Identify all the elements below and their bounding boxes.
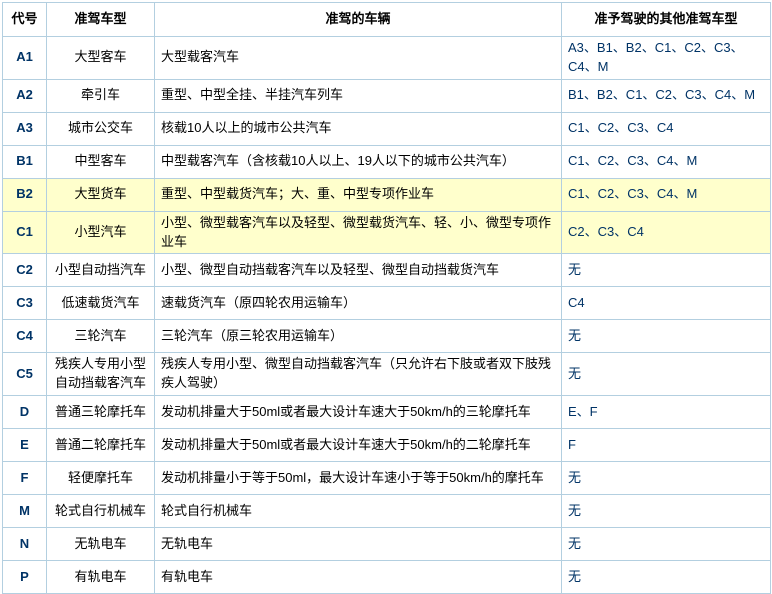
cell-others: 无: [562, 561, 771, 594]
table-row: C3 低速载货汽车 速载货汽车（原四轮农用运输车） C4: [3, 287, 771, 320]
cell-code: F: [3, 462, 47, 495]
cell-code: C2: [3, 254, 47, 287]
table-row: N 无轨电车 无轨电车 无: [3, 528, 771, 561]
cell-others: C1、C2、C3、C4: [562, 112, 771, 145]
cell-vehicles: 重型、中型全挂、半挂汽车列车: [155, 79, 562, 112]
cell-vehicles: 轮式自行机械车: [155, 495, 562, 528]
column-header-type: 准驾车型: [47, 3, 155, 37]
table-row: C1 小型汽车 小型、微型载客汽车以及轻型、微型载货汽车、轻、小、微型专项作业车…: [3, 211, 771, 254]
cell-type: 普通三轮摩托车: [47, 396, 155, 429]
cell-type: 中型客车: [47, 145, 155, 178]
cell-vehicles: 发动机排量大于50ml或者最大设计车速大于50km/h的二轮摩托车: [155, 429, 562, 462]
cell-code: E: [3, 429, 47, 462]
cell-code: B1: [3, 145, 47, 178]
cell-code: A2: [3, 79, 47, 112]
cell-type: 牵引车: [47, 79, 155, 112]
header-row: 代号 准驾车型 准驾的车辆 准予驾驶的其他准驾车型: [3, 3, 771, 37]
cell-type: 低速载货汽车: [47, 287, 155, 320]
column-header-others: 准予驾驶的其他准驾车型: [562, 3, 771, 37]
cell-code: C1: [3, 211, 47, 254]
cell-vehicles: 核载10人以上的城市公共汽车: [155, 112, 562, 145]
cell-vehicles: 小型、微型自动挡载客汽车以及轻型、微型自动挡载货汽车: [155, 254, 562, 287]
table-row: B1 中型客车 中型载客汽车（含核载10人以上、19人以下的城市公共汽车） C1…: [3, 145, 771, 178]
cell-code: A1: [3, 37, 47, 80]
cell-type: 城市公交车: [47, 112, 155, 145]
cell-code: P: [3, 561, 47, 594]
table-row: M 轮式自行机械车 轮式自行机械车 无: [3, 495, 771, 528]
cell-others: 无: [562, 353, 771, 396]
cell-others: C4: [562, 287, 771, 320]
cell-type: 三轮汽车: [47, 320, 155, 353]
cell-code: D: [3, 396, 47, 429]
column-header-code: 代号: [3, 3, 47, 37]
cell-vehicles: 发动机排量小于等于50ml，最大设计车速小于等于50km/h的摩托车: [155, 462, 562, 495]
cell-others: 无: [562, 320, 771, 353]
cell-code: B2: [3, 178, 47, 211]
cell-vehicles: 残疾人专用小型、微型自动挡载客汽车（只允许右下肢或者双下肢残疾人驾驶）: [155, 353, 562, 396]
cell-type: 大型货车: [47, 178, 155, 211]
cell-vehicles: 重型、中型载货汽车；大、重、中型专项作业车: [155, 178, 562, 211]
cell-type: 大型客车: [47, 37, 155, 80]
cell-others: B1、B2、C1、C2、C3、C4、M: [562, 79, 771, 112]
cell-others: 无: [562, 462, 771, 495]
cell-others: 无: [562, 495, 771, 528]
table-row: C4 三轮汽车 三轮汽车（原三轮农用运输车） 无: [3, 320, 771, 353]
cell-vehicles: 速载货汽车（原四轮农用运输车）: [155, 287, 562, 320]
table-row: A1 大型客车 大型载客汽车 A3、B1、B2、C1、C2、C3、C4、M: [3, 37, 771, 80]
cell-code: M: [3, 495, 47, 528]
cell-code: C5: [3, 353, 47, 396]
cell-others: C1、C2、C3、C4、M: [562, 178, 771, 211]
cell-code: C3: [3, 287, 47, 320]
table-header: 代号 准驾车型 准驾的车辆 准予驾驶的其他准驾车型: [3, 3, 771, 37]
column-header-vehicles: 准驾的车辆: [155, 3, 562, 37]
cell-code: A3: [3, 112, 47, 145]
cell-code: N: [3, 528, 47, 561]
cell-others: E、F: [562, 396, 771, 429]
cell-others: 无: [562, 254, 771, 287]
table-row: C2 小型自动挡汽车 小型、微型自动挡载客汽车以及轻型、微型自动挡载货汽车 无: [3, 254, 771, 287]
table-row: E 普通二轮摩托车 发动机排量大于50ml或者最大设计车速大于50km/h的二轮…: [3, 429, 771, 462]
cell-vehicles: 大型载客汽车: [155, 37, 562, 80]
cell-type: 有轨电车: [47, 561, 155, 594]
cell-vehicles: 无轨电车: [155, 528, 562, 561]
cell-others: A3、B1、B2、C1、C2、C3、C4、M: [562, 37, 771, 80]
cell-vehicles: 中型载客汽车（含核载10人以上、19人以下的城市公共汽车）: [155, 145, 562, 178]
cell-vehicles: 有轨电车: [155, 561, 562, 594]
license-class-table: 代号 准驾车型 准驾的车辆 准予驾驶的其他准驾车型 A1 大型客车 大型载客汽车…: [2, 2, 771, 594]
cell-others: F: [562, 429, 771, 462]
cell-type: 小型自动挡汽车: [47, 254, 155, 287]
cell-others: C1、C2、C3、C4、M: [562, 145, 771, 178]
cell-type: 轮式自行机械车: [47, 495, 155, 528]
cell-code: C4: [3, 320, 47, 353]
cell-others: C2、C3、C4: [562, 211, 771, 254]
cell-vehicles: 三轮汽车（原三轮农用运输车）: [155, 320, 562, 353]
cell-type: 普通二轮摩托车: [47, 429, 155, 462]
cell-vehicles: 小型、微型载客汽车以及轻型、微型载货汽车、轻、小、微型专项作业车: [155, 211, 562, 254]
cell-type: 轻便摩托车: [47, 462, 155, 495]
cell-others: 无: [562, 528, 771, 561]
table-row: F 轻便摩托车 发动机排量小于等于50ml，最大设计车速小于等于50km/h的摩…: [3, 462, 771, 495]
table-row: D 普通三轮摩托车 发动机排量大于50ml或者最大设计车速大于50km/h的三轮…: [3, 396, 771, 429]
table-row: B2 大型货车 重型、中型载货汽车；大、重、中型专项作业车 C1、C2、C3、C…: [3, 178, 771, 211]
table-row: A2 牵引车 重型、中型全挂、半挂汽车列车 B1、B2、C1、C2、C3、C4、…: [3, 79, 771, 112]
table-row: C5 残疾人专用小型自动挡载客汽车 残疾人专用小型、微型自动挡载客汽车（只允许右…: [3, 353, 771, 396]
cell-type: 无轨电车: [47, 528, 155, 561]
cell-type: 小型汽车: [47, 211, 155, 254]
table-body: A1 大型客车 大型载客汽车 A3、B1、B2、C1、C2、C3、C4、M A2…: [3, 37, 771, 594]
table-row: P 有轨电车 有轨电车 无: [3, 561, 771, 594]
cell-type: 残疾人专用小型自动挡载客汽车: [47, 353, 155, 396]
cell-vehicles: 发动机排量大于50ml或者最大设计车速大于50km/h的三轮摩托车: [155, 396, 562, 429]
table-row: A3 城市公交车 核载10人以上的城市公共汽车 C1、C2、C3、C4: [3, 112, 771, 145]
